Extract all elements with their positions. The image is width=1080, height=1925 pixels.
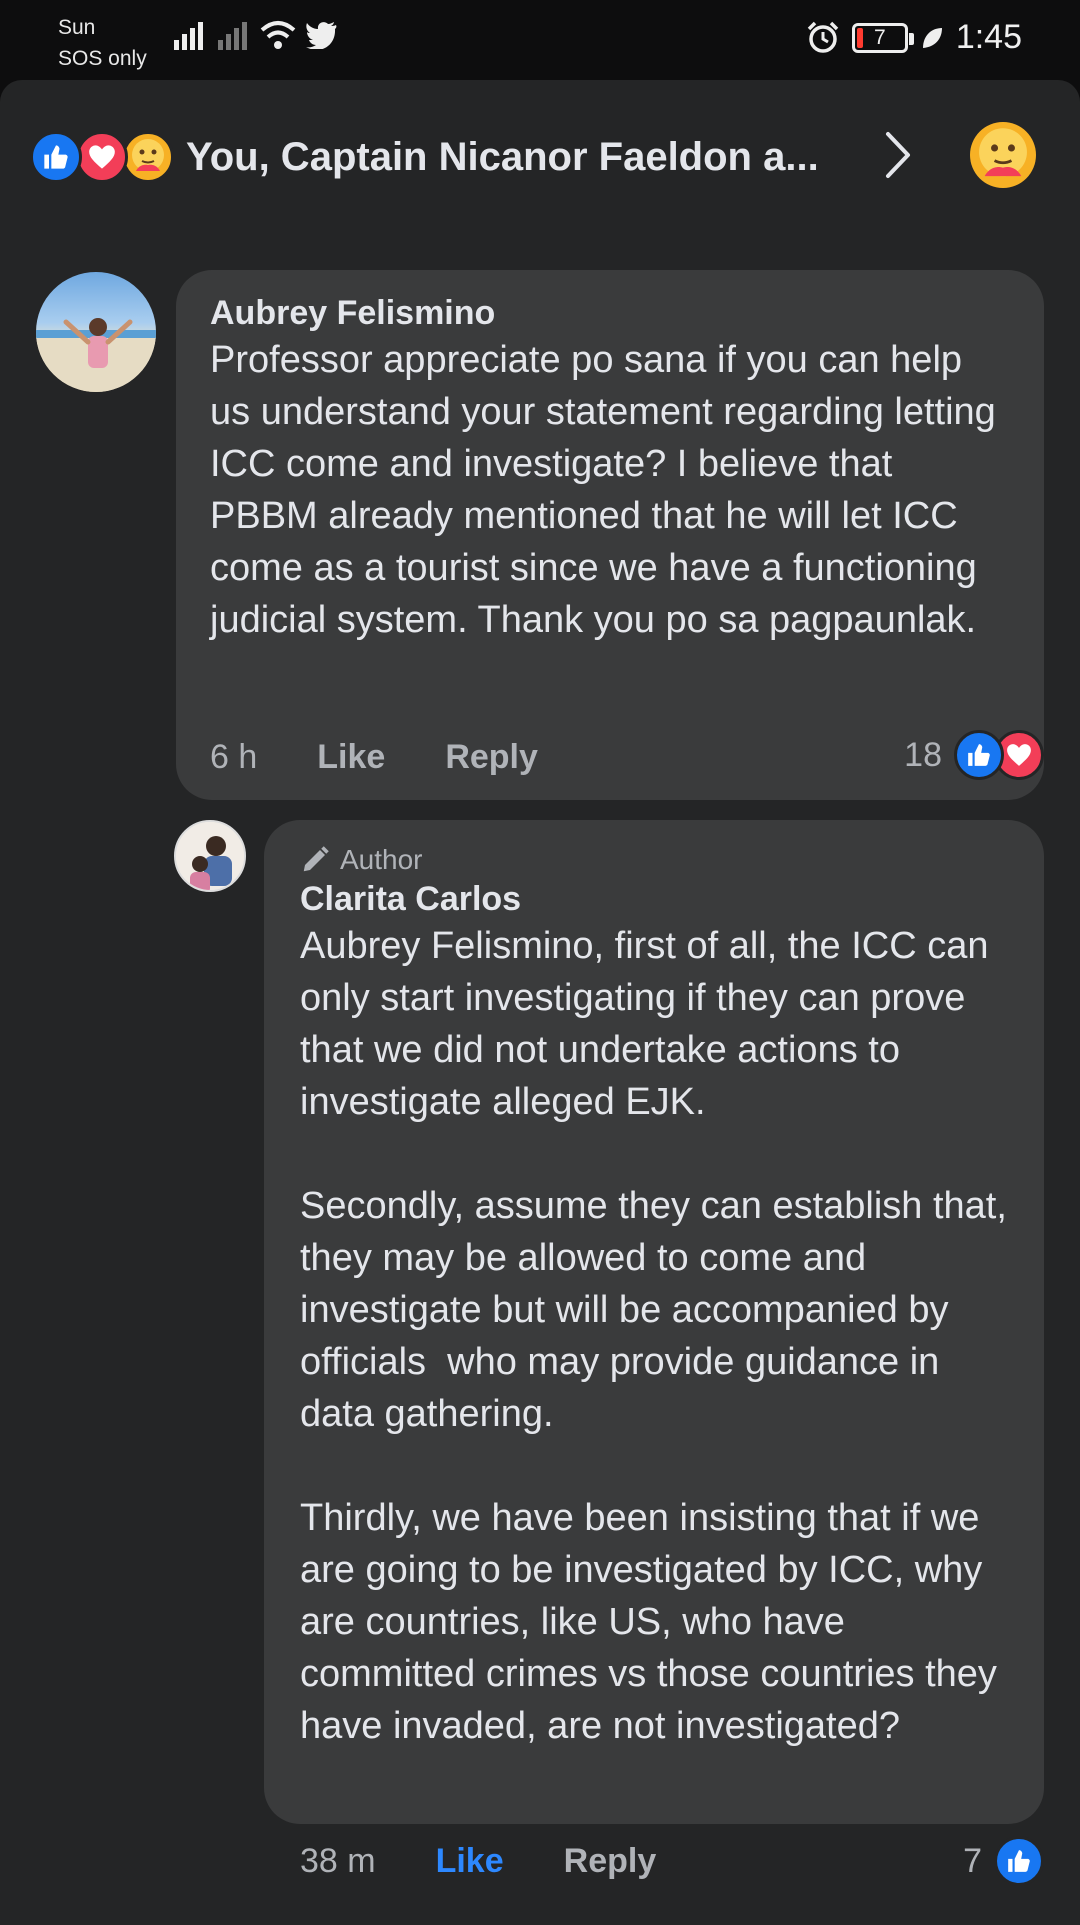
comment-bubble[interactable]: Aubrey Felismino Professor appreciate po… [176, 270, 1044, 800]
reply-bubble[interactable]: Author Clarita Carlos Aubrey Felismino, … [264, 820, 1044, 1824]
comment-time[interactable]: 38 m [300, 1842, 376, 1881]
reaction-count: 7 [963, 1841, 982, 1880]
status-icons-right: 7 1:45 [806, 18, 1022, 57]
reaction-icons [30, 131, 174, 183]
comment-author[interactable]: Clarita Carlos [300, 878, 1010, 920]
reply-button[interactable]: Reply [445, 738, 538, 777]
comment-reactions[interactable]: 7 [963, 1836, 1044, 1886]
sos-label: SOS only [58, 47, 147, 70]
twitter-icon [306, 22, 337, 49]
avatar[interactable] [174, 820, 246, 892]
comment-author[interactable]: Aubrey Felismino [210, 292, 1010, 334]
comments-sheet: You, Captain Nicanor Faeldon a... Aubrey… [0, 80, 1080, 1925]
carrier-info: Sun SOS only [58, 12, 147, 74]
leaf-icon [922, 27, 942, 48]
comment-text: Aubrey Felismino, first of all, the ICC … [300, 925, 1007, 1747]
battery-icon: 7 [851, 22, 914, 53]
comment-actions: 38 m Like Reply [300, 1842, 716, 1881]
comment-reactions[interactable]: 18 [904, 730, 1044, 780]
signal-icon [174, 22, 203, 50]
reaction-count: 18 [904, 735, 942, 774]
like-button[interactable]: Like [436, 1842, 504, 1881]
alarm-icon [807, 21, 839, 53]
status-icons-left [172, 20, 338, 50]
love-icon [76, 131, 128, 183]
author-badge: Author [300, 842, 1010, 878]
signal-off-icon [218, 22, 247, 50]
clock: 1:45 [955, 18, 1022, 56]
avatar[interactable] [36, 272, 156, 392]
reply-button[interactable]: Reply [564, 1842, 657, 1881]
like-icon [30, 131, 82, 183]
chevron-right-icon[interactable] [880, 130, 916, 180]
comment-time[interactable]: 6 h [210, 738, 257, 777]
comment-actions: 6 h Like Reply [210, 738, 598, 777]
like-button[interactable]: Like [317, 738, 385, 777]
wifi-icon [260, 21, 296, 49]
battery-level: 7 [873, 25, 886, 49]
pencil-icon [303, 846, 329, 872]
comment-text: Professor appreciate po sana if you can … [210, 339, 1007, 641]
care-icon [979, 128, 1027, 177]
status-bar: Sun SOS only 7 1:45 [0, 0, 1080, 80]
like-icon [994, 1836, 1044, 1886]
author-badge-label: Author [340, 844, 423, 875]
carrier-name: Sun [58, 16, 96, 39]
like-icon [954, 730, 1004, 780]
reactors-text: You, Captain Nicanor Faeldon a... [186, 134, 819, 179]
care-icon [122, 131, 174, 183]
reactions-summary[interactable]: You, Captain Nicanor Faeldon a... [30, 122, 1050, 192]
care-react-button[interactable] [970, 122, 1036, 188]
